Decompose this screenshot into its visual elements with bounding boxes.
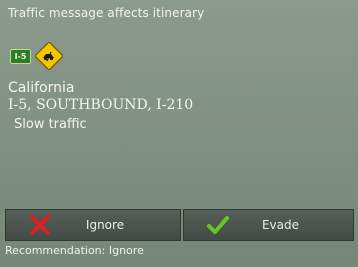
ignore-label: Ignore <box>85 218 125 232</box>
recommendation-label: Recommendation: Ignore <box>5 244 144 257</box>
check-icon <box>207 216 229 234</box>
region-label: California <box>8 80 75 96</box>
evade-button[interactable]: Evade <box>183 209 354 241</box>
x-icon <box>30 215 50 235</box>
traffic-message-screen: Traffic message affects itinerary I-5 Ca… <box>0 0 358 267</box>
screen-title: Traffic message affects itinerary <box>8 6 205 20</box>
road-label: I-5, SOUTHBOUND, I-210 <box>8 97 194 113</box>
traffic-status-label: Slow traffic <box>14 117 87 132</box>
traffic-icon-row: I-5 <box>10 42 63 70</box>
route-shield-icon: I-5 <box>10 48 31 64</box>
traffic-warning-icon <box>35 42 63 70</box>
ignore-button[interactable]: Ignore <box>5 209 181 241</box>
evade-label: Evade <box>261 218 300 232</box>
